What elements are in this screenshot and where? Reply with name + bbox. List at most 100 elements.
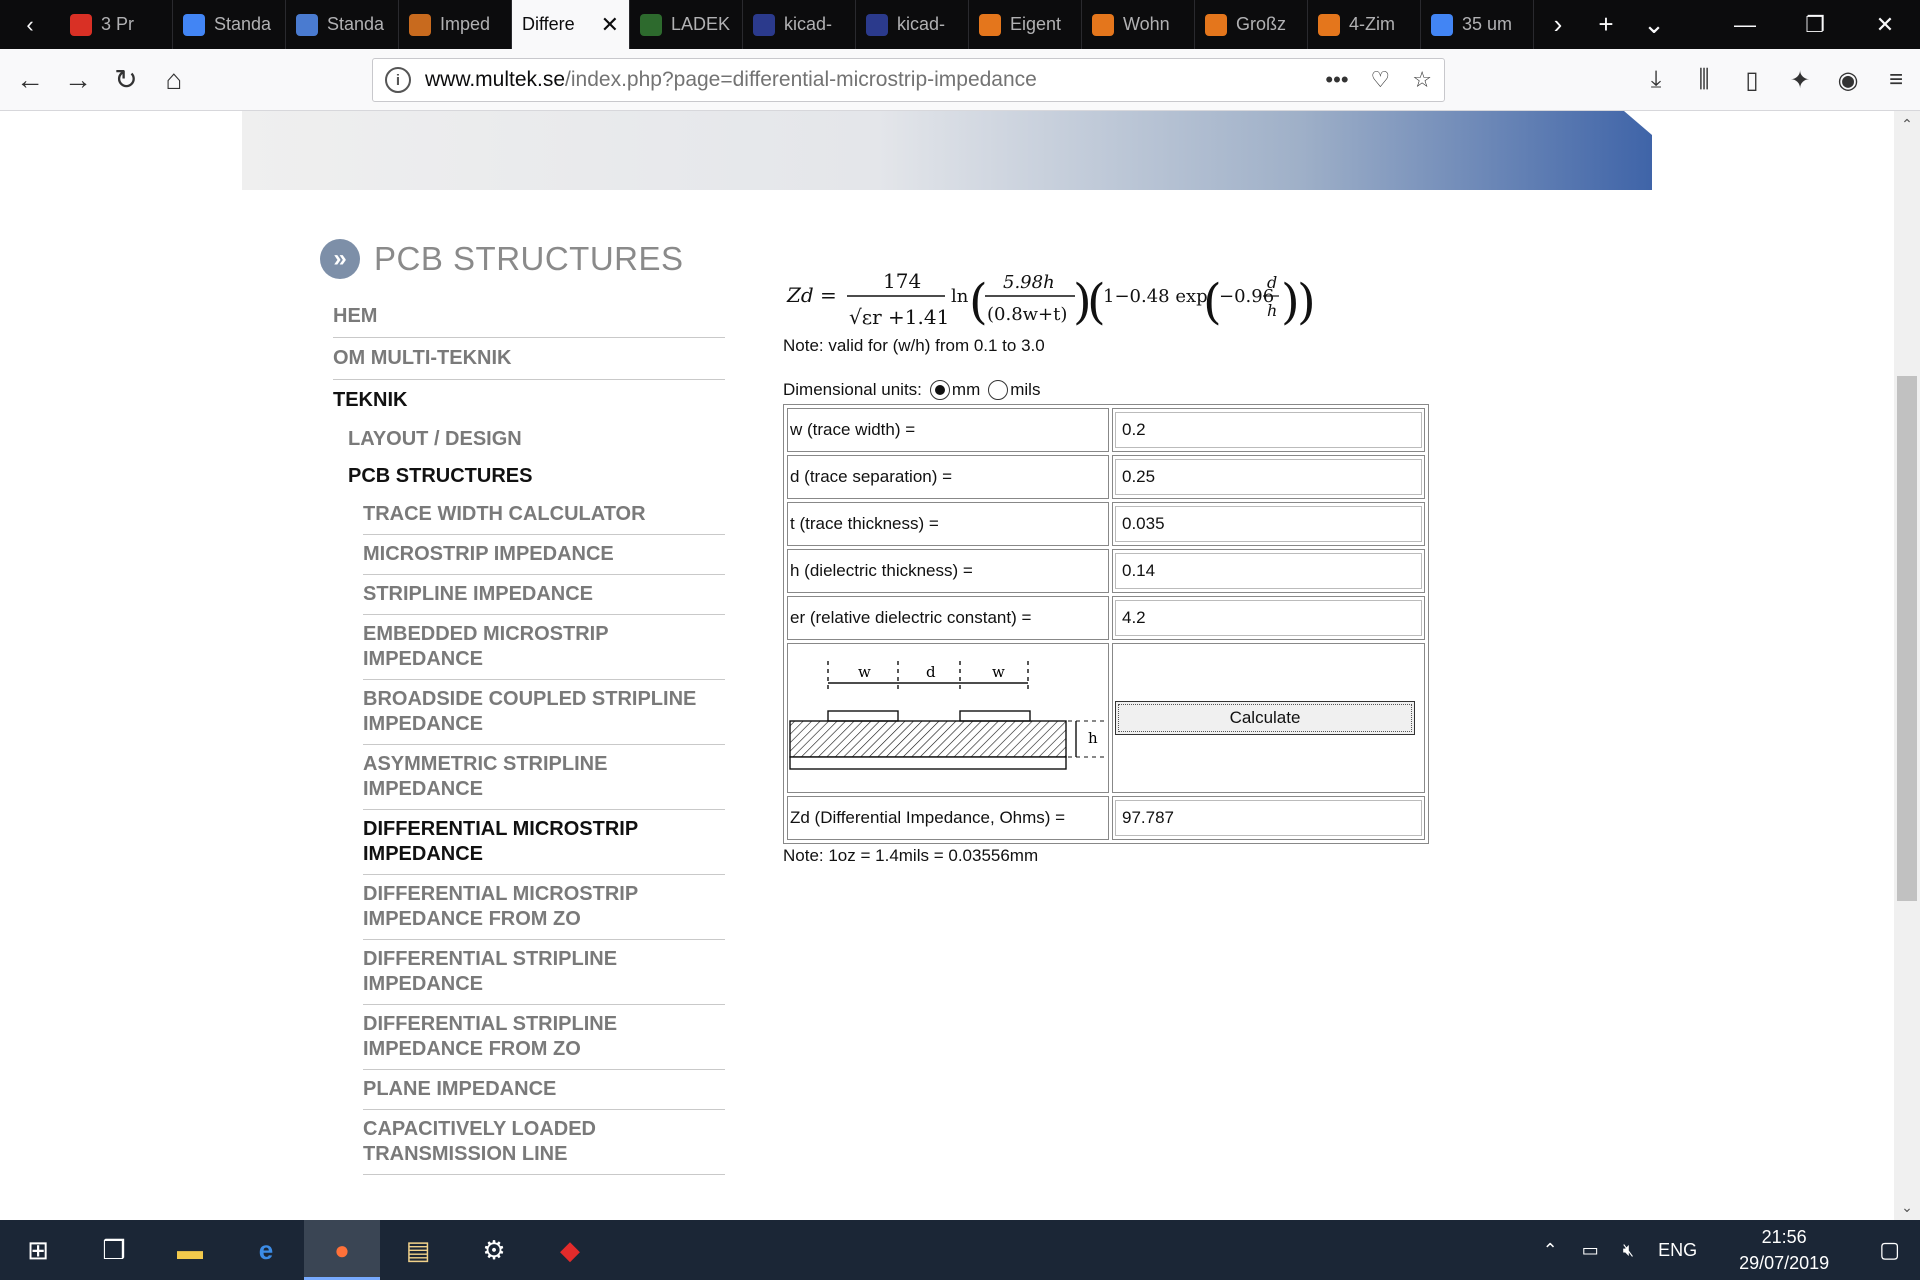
tab-list-chevron-icon[interactable]: ⌄: [1630, 0, 1678, 49]
result-field[interactable]: 97.787: [1115, 800, 1422, 836]
browser-tab[interactable]: Eigent: [969, 0, 1082, 49]
menu-item[interactable]: TRACE WIDTH CALCULATOR: [363, 495, 725, 535]
hamburger-menu-icon[interactable]: ≡: [1872, 66, 1920, 94]
site-info-icon[interactable]: i: [385, 67, 411, 93]
input-label: d (trace separation) =: [787, 455, 1109, 499]
page-actions-menu-icon[interactable]: •••: [1325, 67, 1348, 93]
edge-browser-icon[interactable]: e: [228, 1220, 304, 1280]
extension-icon[interactable]: ✦: [1776, 66, 1824, 95]
downloads-icon[interactable]: ⤓: [1632, 66, 1680, 94]
menu-item[interactable]: HEM: [333, 296, 725, 338]
pocket-icon[interactable]: ♡: [1371, 67, 1391, 93]
sidebar-icon[interactable]: ▯: [1728, 66, 1776, 95]
bookmark-star-icon[interactable]: ☆: [1412, 67, 1432, 93]
menu-item[interactable]: ASYMMETRIC STRIPLINE IMPEDANCE: [363, 745, 725, 810]
menu-item[interactable]: PLANE IMPEDANCE: [363, 1070, 725, 1110]
restore-icon[interactable]: ❐: [1780, 0, 1850, 49]
forward-arrow-icon[interactable]: →: [54, 56, 102, 104]
window-controls: — ❐ ✕: [1710, 0, 1920, 49]
kicad-app-icon[interactable]: ▤: [380, 1220, 456, 1280]
browser-tab[interactable]: LADEK: [630, 0, 743, 49]
value-input[interactable]: 0.035: [1115, 506, 1422, 542]
new-tab-plus-icon[interactable]: +: [1582, 0, 1630, 49]
value-input[interactable]: 0.14: [1115, 553, 1422, 589]
reload-icon[interactable]: ↻: [102, 56, 150, 104]
calculate-button[interactable]: Calculate: [1115, 701, 1415, 735]
tab-scroll-right-icon[interactable]: ›: [1534, 0, 1582, 49]
section-title: PCB STRUCTURES: [374, 240, 684, 277]
microstrip-diagram-cell: w d w h: [787, 643, 1109, 793]
menu-item[interactable]: TEKNIK: [333, 380, 725, 421]
volume-muted-icon[interactable]: 🔇︎: [1611, 1240, 1646, 1261]
account-icon[interactable]: ◉: [1824, 66, 1872, 95]
value-input[interactable]: 4.2: [1115, 600, 1422, 636]
home-icon[interactable]: ⌂: [150, 56, 198, 104]
browser-tab[interactable]: 3 Pr: [60, 0, 173, 49]
back-arrow-icon[interactable]: ←: [6, 56, 54, 104]
menu-item[interactable]: EMBEDDED MICROSTRIP IMPEDANCE: [363, 615, 725, 680]
header-banner: [242, 111, 1652, 190]
notifications-icon[interactable]: ▢: [1859, 1237, 1920, 1263]
tab-active[interactable]: Differe ✕: [512, 0, 630, 49]
input-cell: 0.2: [1112, 408, 1425, 452]
result-label: Zd (Differential Impedance, Ohms) =: [787, 796, 1109, 840]
browser-tab[interactable]: Standa: [173, 0, 286, 49]
value-input[interactable]: 0.2: [1115, 412, 1422, 448]
menu-item[interactable]: CAPACITIVELY LOADED TRANSMISSION LINE: [363, 1110, 725, 1175]
browser-tab[interactable]: Standa: [286, 0, 399, 49]
browser-tab[interactable]: Imped: [399, 0, 512, 49]
menu-item[interactable]: PCB STRUCTURES: [333, 458, 725, 495]
browser-tab[interactable]: 4-Zim: [1308, 0, 1421, 49]
paren-left-1: (: [969, 274, 988, 330]
settings-gear-icon[interactable]: ⚙: [456, 1220, 532, 1280]
formula-ln: ln: [951, 286, 969, 307]
library-icon[interactable]: ⫼: [1680, 66, 1728, 94]
section-heading: » PCB STRUCTURES: [320, 239, 684, 279]
windows-start-icon[interactable]: ⊞: [0, 1220, 76, 1280]
address-bar[interactable]: i www.multek.se/index.php?page=different…: [372, 58, 1445, 102]
browser-tab[interactable]: Wohn: [1082, 0, 1195, 49]
menu-item[interactable]: LAYOUT / DESIGN: [333, 421, 725, 458]
close-window-icon[interactable]: ✕: [1850, 0, 1920, 49]
menu-item[interactable]: MICROSTRIP IMPEDANCE: [363, 535, 725, 575]
page-scrollbar[interactable]: ⌃ ⌄: [1894, 111, 1920, 1220]
calculator-table: w (trace width) = 0.2 d (trace separation)…: [783, 404, 1429, 844]
ground-plane: [789, 755, 1067, 770]
value-input[interactable]: 0.25: [1115, 459, 1422, 495]
scroll-down-icon[interactable]: ⌄: [1894, 1194, 1920, 1220]
menu-item[interactable]: BROADSIDE COUPLED STRIPLINE IMPEDANCE: [363, 680, 725, 745]
tab-title: Standa: [214, 14, 272, 34]
menu-item[interactable]: DIFFERENTIAL MICROSTRIP IMPEDANCE: [363, 810, 725, 875]
close-tab-icon[interactable]: ✕: [601, 12, 619, 38]
browser-tab[interactable]: Großz: [1195, 0, 1308, 49]
tab-title: Standa: [327, 14, 385, 34]
minimize-icon[interactable]: —: [1710, 0, 1780, 49]
file-explorer-icon[interactable]: ▬: [152, 1220, 228, 1280]
acrobat-pdf-icon[interactable]: ◆: [532, 1220, 608, 1280]
menu-item[interactable]: OM MULTI-TEKNIK: [333, 338, 725, 380]
menu-item[interactable]: DIFFERENTIAL STRIPLINE IMPEDANCE: [363, 940, 725, 1005]
page-viewport: » PCB STRUCTURES HEM OM MULTI-TEKNIK TEKNI…: [0, 111, 1894, 1220]
browser-tab[interactable]: kicad-: [856, 0, 969, 49]
clock-time: 21:56: [1761, 1227, 1807, 1247]
task-view-icon[interactable]: ❒: [76, 1220, 152, 1280]
tab-scroll-left-icon[interactable]: ‹: [0, 0, 60, 49]
clock[interactable]: 21:56 29/07/2019: [1709, 1224, 1859, 1276]
radio-mm[interactable]: [929, 380, 950, 400]
battery-icon[interactable]: ▭: [1570, 1240, 1611, 1261]
system-tray: ⌃ ▭ 🔇︎ ENG 21:56 29/07/2019 ▢: [1531, 1220, 1920, 1280]
menu-item[interactable]: DIFFERENTIAL STRIPLINE IMPEDANCE FROM ZO: [363, 1005, 725, 1070]
radio-mils[interactable]: [988, 380, 1009, 400]
formula-graphic: Zd = 174 √εr +1.41 ln ( 5.98h (0.8w+t) )…: [786, 269, 1316, 330]
scrollbar-thumb[interactable]: [1897, 376, 1917, 901]
browser-tab[interactable]: kicad-: [743, 0, 856, 49]
tray-expand-chevron-icon[interactable]: ⌃: [1531, 1240, 1570, 1261]
google-icon: [1431, 13, 1453, 36]
language-indicator[interactable]: ENG: [1646, 1240, 1709, 1261]
units-label: Dimensional units:: [783, 380, 922, 399]
browser-tab[interactable]: 35 um: [1421, 0, 1534, 49]
menu-item[interactable]: STRIPLINE IMPEDANCE: [363, 575, 725, 615]
menu-item[interactable]: DIFFERENTIAL MICROSTRIP IMPEDANCE FROM Z…: [363, 875, 725, 940]
firefox-icon[interactable]: ●: [304, 1220, 380, 1280]
scroll-up-icon[interactable]: ⌃: [1894, 111, 1920, 137]
